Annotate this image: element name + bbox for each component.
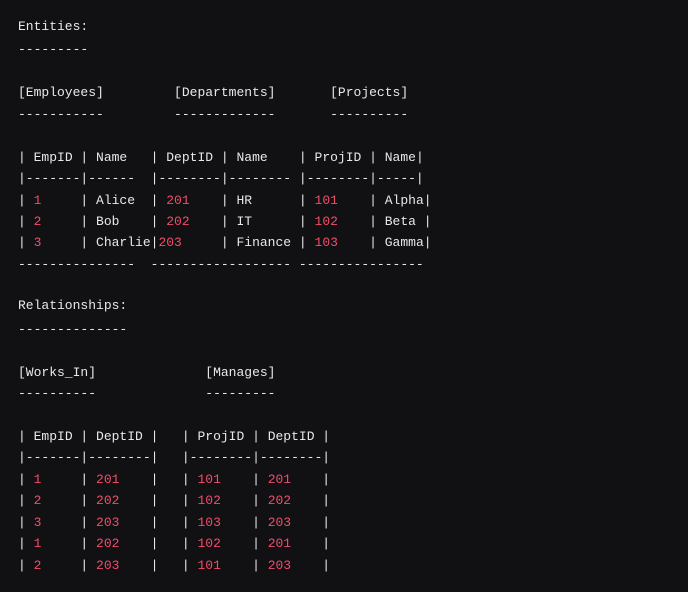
proj-row2-id: 103 xyxy=(315,235,338,250)
dept-row0-id: 201 xyxy=(166,193,189,208)
departments-label: [Departments] xyxy=(174,85,275,100)
mg-row0-dept: 201 xyxy=(268,472,291,487)
proj-row1-id: 102 xyxy=(315,214,338,229)
mg-row2-dept: 203 xyxy=(268,515,291,530)
employees-col-1: Name xyxy=(96,150,127,165)
manages-col-0: ProjID xyxy=(197,429,244,444)
proj-row0-name: Alpha xyxy=(385,193,424,208)
emp-row0-name: Alice xyxy=(96,193,135,208)
departments-col-0: DeptID xyxy=(166,150,213,165)
mg-row0-proj: 101 xyxy=(197,472,220,487)
relationships-heading-underline: -------------- xyxy=(18,319,670,340)
dept-row2-name: Finance xyxy=(236,235,291,250)
dept-row2-id: 203 xyxy=(158,235,181,250)
relationships-tables: [Works_In] ---------- | EmpID | DeptID |… xyxy=(18,340,670,576)
wi-row4-dept: 203 xyxy=(96,558,119,573)
projects-table: [Projects] ---------- | ProjID | Name| |… xyxy=(299,61,432,275)
worksin-col-0: EmpID xyxy=(34,429,73,444)
projects-label: [Projects] xyxy=(330,85,408,100)
emp-row2-name: Charlie xyxy=(96,235,151,250)
proj-row1-name: Beta xyxy=(385,214,416,229)
mg-row3-proj: 102 xyxy=(197,536,220,551)
wi-row3-dept: 202 xyxy=(96,536,119,551)
employees-label: [Employees] xyxy=(18,85,104,100)
entities-heading-underline: --------- xyxy=(18,39,670,60)
proj-row2-name: Gamma xyxy=(385,235,424,250)
dept-row1-id: 202 xyxy=(166,214,189,229)
employees-col-0: EmpID xyxy=(34,150,73,165)
manages-table: [Manages] --------- | ProjID | DeptID | … xyxy=(182,340,330,576)
wi-row1-dept: 202 xyxy=(96,493,119,508)
mg-row4-proj: 101 xyxy=(197,558,220,573)
employees-table: [Employees] ----------- | EmpID | Name |… xyxy=(18,61,151,275)
mg-row1-proj: 102 xyxy=(197,493,220,508)
entities-tables: [Employees] ----------- | EmpID | Name |… xyxy=(18,61,670,275)
dept-row1-name: IT xyxy=(236,214,252,229)
relationships-heading: Relationships: xyxy=(18,295,670,316)
wi-row2-dept: 203 xyxy=(96,515,119,530)
emp-row1-name: Bob xyxy=(96,214,119,229)
mg-row3-dept: 201 xyxy=(268,536,291,551)
projects-col-1: Name xyxy=(385,150,416,165)
manages-label: [Manages] xyxy=(205,365,275,380)
mg-row1-dept: 202 xyxy=(268,493,291,508)
projects-col-0: ProjID xyxy=(315,150,362,165)
works-in-table: [Works_In] ---------- | EmpID | DeptID |… xyxy=(18,340,182,576)
manages-col-1: DeptID xyxy=(268,429,315,444)
mg-row4-dept: 203 xyxy=(268,558,291,573)
works-in-label: [Works_In] xyxy=(18,365,96,380)
mg-row2-proj: 103 xyxy=(197,515,220,530)
wi-row0-dept: 201 xyxy=(96,472,119,487)
entities-heading: Entities: xyxy=(18,16,670,37)
worksin-col-1: DeptID xyxy=(96,429,143,444)
dept-row0-name: HR xyxy=(236,193,252,208)
proj-row0-id: 101 xyxy=(315,193,338,208)
departments-table: [Departments] ------------- | DeptID | N… xyxy=(151,61,299,275)
departments-col-1: Name xyxy=(236,150,267,165)
